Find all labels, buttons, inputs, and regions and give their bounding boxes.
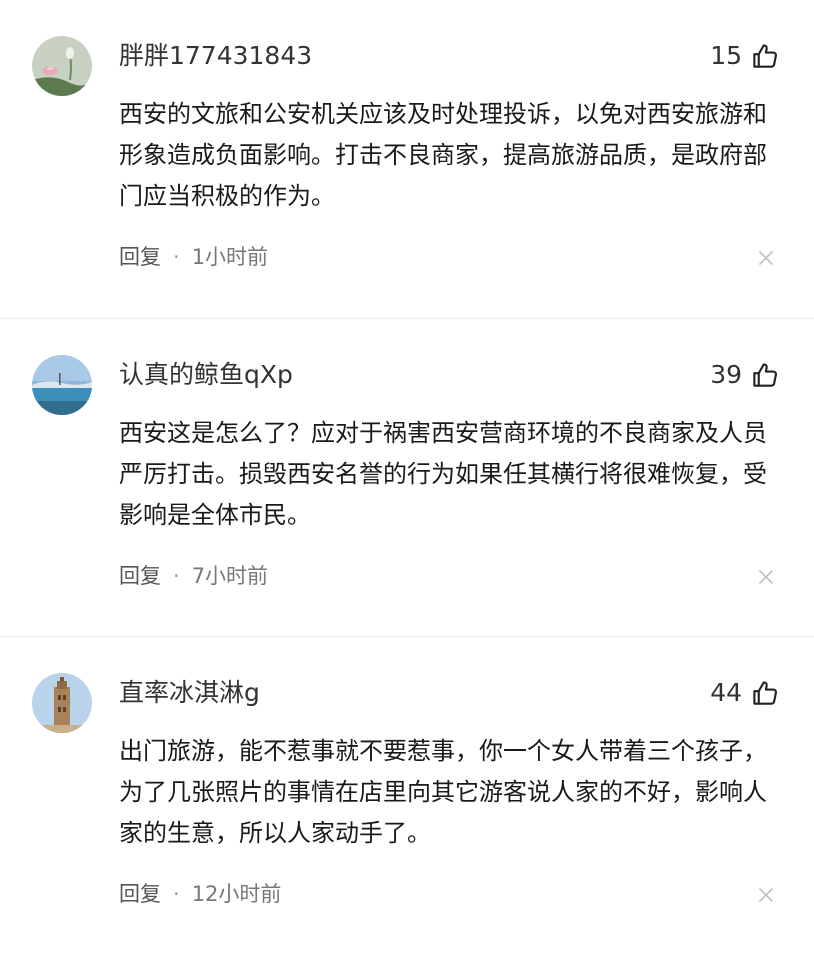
timestamp: 12小时前 bbox=[191, 882, 282, 906]
thumbs-up-icon[interactable] bbox=[750, 678, 780, 708]
comment-item: 认真的鲸鱼qXp 39 西安这是怎么了？应对于祸害西安营商环境的不良商家及人员严… bbox=[0, 318, 814, 636]
username[interactable]: 认真的鲸鱼qXp bbox=[119, 357, 293, 393]
lotus-avatar-icon bbox=[32, 36, 92, 96]
comment-item: 胖胖177431843 15 西安的文旅和公安机关应该及时处理投诉，以免对西安旅… bbox=[0, 0, 814, 318]
like-group[interactable]: 15 bbox=[710, 38, 780, 74]
reply-button[interactable]: 回复 bbox=[119, 240, 161, 274]
like-group[interactable]: 44 bbox=[710, 675, 780, 711]
meta-separator: · bbox=[173, 245, 180, 269]
like-count: 39 bbox=[710, 360, 742, 389]
comment-meta: 回复 · 1小时前 bbox=[119, 240, 268, 274]
comment-item: 直率冰淇淋g 44 出门旅游，能不惹事就不要惹事，你一个女人带着三个孩子，为了几… bbox=[0, 636, 814, 954]
timestamp: 1小时前 bbox=[191, 245, 269, 269]
lake-avatar-icon bbox=[32, 355, 92, 415]
comment-meta: 回复 · 12小时前 bbox=[119, 877, 281, 911]
username[interactable]: 直率冰淇淋g bbox=[119, 675, 260, 711]
reply-button[interactable]: 回复 bbox=[119, 559, 161, 593]
close-icon[interactable] bbox=[758, 569, 774, 585]
comment-text: 出门旅游，能不惹事就不要惹事，你一个女人带着三个孩子，为了几张照片的事情在店里向… bbox=[119, 737, 767, 847]
avatar[interactable] bbox=[32, 673, 92, 733]
close-icon[interactable] bbox=[758, 887, 774, 903]
meta-separator: · bbox=[173, 564, 180, 588]
username[interactable]: 胖胖177431843 bbox=[119, 38, 312, 74]
avatar[interactable] bbox=[32, 355, 92, 415]
comment-text: 西安的文旅和公安机关应该及时处理投诉，以免对西安旅游和形象造成负面影响。打击不良… bbox=[119, 100, 767, 210]
reply-button[interactable]: 回复 bbox=[119, 877, 161, 911]
like-count: 44 bbox=[710, 678, 742, 707]
meta-separator: · bbox=[173, 882, 180, 906]
tower-avatar-icon bbox=[32, 673, 92, 733]
like-group[interactable]: 39 bbox=[710, 357, 780, 393]
comment-text: 西安这是怎么了？应对于祸害西安营商环境的不良商家及人员严厉打击。损毁西安名誉的行… bbox=[119, 419, 767, 529]
comment-list: 胖胖177431843 15 西安的文旅和公安机关应该及时处理投诉，以免对西安旅… bbox=[0, 0, 814, 954]
close-icon[interactable] bbox=[758, 250, 774, 266]
thumbs-up-icon[interactable] bbox=[750, 41, 780, 71]
like-count: 15 bbox=[710, 41, 742, 70]
thumbs-up-icon[interactable] bbox=[750, 360, 780, 390]
comment-meta: 回复 · 7小时前 bbox=[119, 559, 268, 593]
timestamp: 7小时前 bbox=[191, 564, 269, 588]
avatar[interactable] bbox=[32, 36, 92, 96]
